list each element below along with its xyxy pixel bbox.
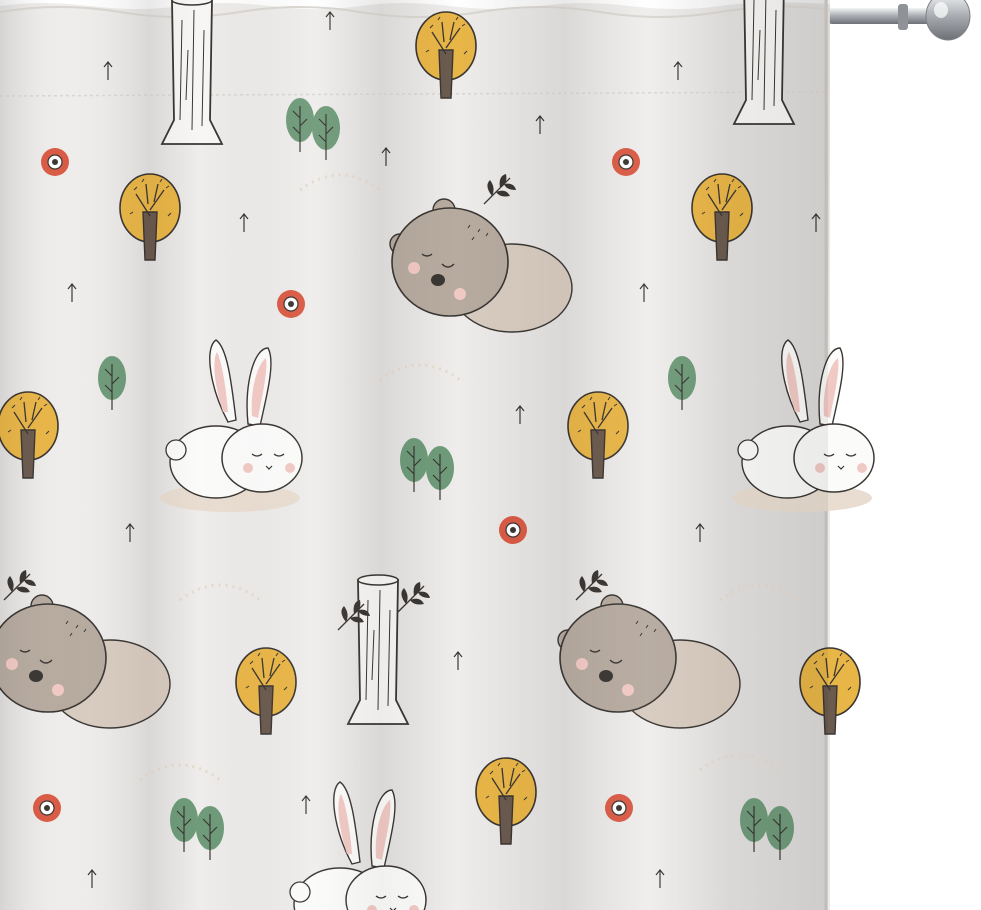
curtain-scene xyxy=(0,0,981,910)
curtain-illustration xyxy=(0,0,981,910)
fold-shading xyxy=(0,0,828,910)
